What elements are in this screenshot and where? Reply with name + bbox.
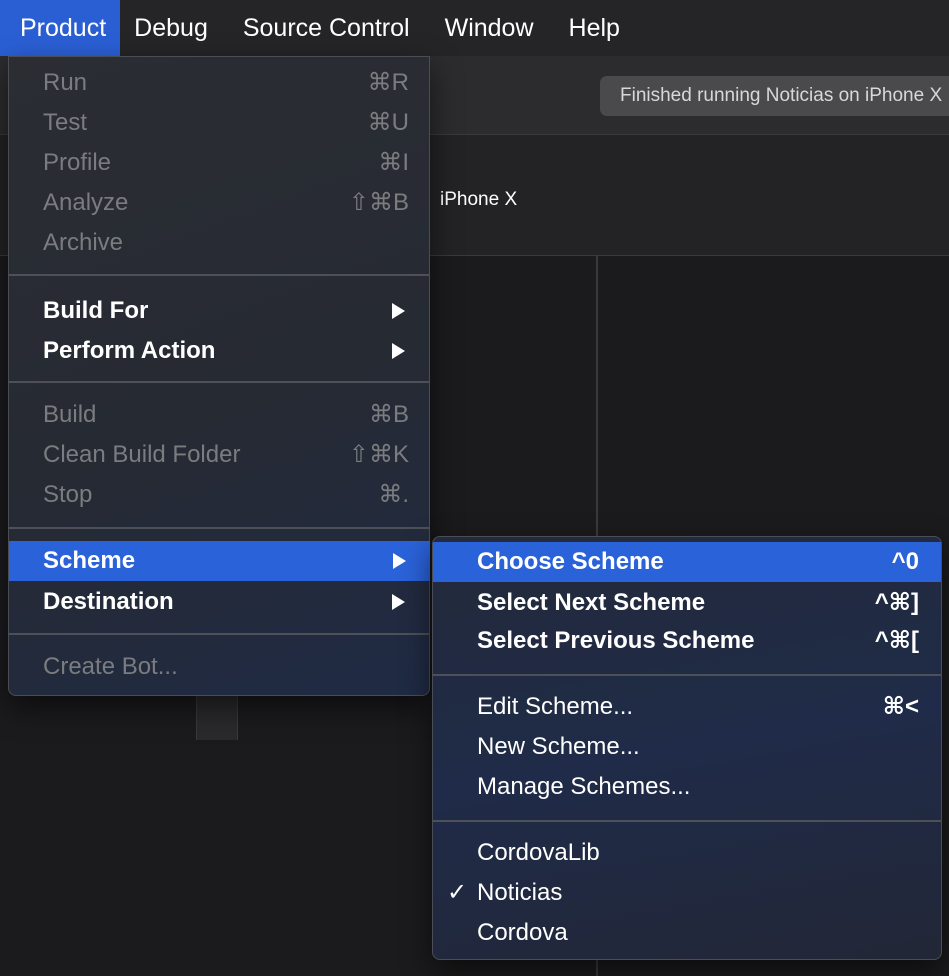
shortcut-label: ⌘< bbox=[882, 693, 919, 720]
menu-item-label: Noticias bbox=[477, 879, 563, 906]
menu-item-archive[interactable]: Archive bbox=[9, 223, 429, 263]
submenu-arrow-icon bbox=[392, 594, 405, 610]
menu-item-label: Stop bbox=[43, 481, 93, 508]
shortcut-label: ⌘I bbox=[378, 149, 409, 176]
menu-help[interactable]: Help bbox=[555, 0, 641, 56]
menu-item-perform-action[interactable]: Perform Action bbox=[9, 331, 429, 371]
menu-separator bbox=[9, 381, 429, 383]
menu-source-control[interactable]: Source Control bbox=[229, 0, 431, 56]
shortcut-label: ⌘R bbox=[367, 69, 409, 96]
checkmark-icon: ✓ bbox=[447, 879, 468, 906]
menu-item-label: Profile bbox=[43, 149, 112, 176]
menu-item-label: Clean Build Folder bbox=[43, 441, 241, 468]
menu-item-profile[interactable]: Profile ⌘I bbox=[9, 143, 429, 183]
run-destination-label[interactable]: iPhone X bbox=[440, 189, 517, 211]
menu-item-label: Select Previous Scheme bbox=[477, 627, 755, 654]
menu-item-label: Analyze bbox=[43, 189, 129, 216]
menu-separator bbox=[9, 633, 429, 635]
menu-item-label: Build bbox=[43, 401, 97, 428]
menu-separator bbox=[433, 674, 941, 676]
product-menu: Run ⌘R Test ⌘U Profile ⌘I Analyze ⇧⌘B Ar… bbox=[8, 56, 430, 696]
menu-item-label: New Scheme... bbox=[477, 733, 640, 760]
menu-item-label: Edit Scheme... bbox=[477, 693, 634, 720]
menu-item-stop[interactable]: Stop ⌘. bbox=[9, 475, 429, 515]
menu-item-select-next-scheme[interactable]: Select Next Scheme ^⌘] bbox=[433, 583, 941, 623]
menu-item-label: Build For bbox=[43, 297, 149, 324]
menu-item-label: Destination bbox=[43, 588, 174, 615]
menu-item-create-bot[interactable]: Create Bot... bbox=[9, 647, 429, 687]
menu-item-new-scheme[interactable]: New Scheme... bbox=[433, 727, 941, 767]
menu-separator bbox=[9, 274, 429, 276]
menu-separator bbox=[9, 527, 429, 529]
xcode-screen: Product Debug Source Control Window Help… bbox=[0, 0, 949, 976]
menu-item-label: Cordova bbox=[477, 919, 568, 946]
menu-item-scheme[interactable]: Scheme bbox=[9, 541, 430, 581]
menu-item-label: Archive bbox=[43, 229, 124, 256]
scheme-item-cordovalib[interactable]: CordovaLib bbox=[433, 833, 941, 873]
menu-debug[interactable]: Debug bbox=[120, 0, 229, 56]
shortcut-label: ^⌘] bbox=[874, 589, 919, 616]
shortcut-label: ^⌘[ bbox=[874, 627, 919, 654]
scheme-item-noticias[interactable]: ✓ Noticias bbox=[433, 873, 941, 913]
menu-item-select-previous-scheme[interactable]: Select Previous Scheme ^⌘[ bbox=[433, 621, 941, 661]
menu-item-manage-schemes[interactable]: Manage Schemes... bbox=[433, 767, 941, 807]
menu-item-build[interactable]: Build ⌘B bbox=[9, 395, 429, 435]
menu-item-label: Test bbox=[43, 109, 88, 136]
shortcut-label: ^0 bbox=[891, 548, 919, 575]
shortcut-label: ⇧⌘B bbox=[348, 189, 409, 216]
menu-item-label: Select Next Scheme bbox=[477, 589, 706, 616]
menu-item-build-for[interactable]: Build For bbox=[9, 291, 429, 331]
menu-item-run[interactable]: Run ⌘R bbox=[9, 63, 429, 103]
menu-item-clean-build-folder[interactable]: Clean Build Folder ⇧⌘K bbox=[9, 435, 429, 475]
shortcut-label: ⌘U bbox=[367, 109, 409, 136]
activity-status: Finished running Noticias on iPhone X bbox=[600, 76, 949, 116]
menu-item-label: Scheme bbox=[43, 547, 136, 574]
menu-item-choose-scheme[interactable]: Choose Scheme ^0 bbox=[433, 542, 941, 582]
menu-window[interactable]: Window bbox=[431, 0, 555, 56]
submenu-arrow-icon bbox=[393, 553, 406, 569]
menu-item-test[interactable]: Test ⌘U bbox=[9, 103, 429, 143]
menu-item-label: Manage Schemes... bbox=[477, 773, 691, 800]
shortcut-label: ⇧⌘K bbox=[348, 441, 409, 468]
scheme-submenu: Choose Scheme ^0 Select Next Scheme ^⌘] … bbox=[432, 536, 942, 960]
submenu-arrow-icon bbox=[392, 343, 405, 359]
shortcut-label: ⌘B bbox=[368, 401, 409, 428]
menu-item-edit-scheme[interactable]: Edit Scheme... ⌘< bbox=[433, 687, 941, 727]
menu-item-label: CordovaLib bbox=[477, 839, 600, 866]
menu-item-label: Create Bot... bbox=[43, 653, 178, 680]
menu-item-analyze[interactable]: Analyze ⇧⌘B bbox=[9, 183, 429, 223]
menu-item-label: Perform Action bbox=[43, 337, 216, 364]
menu-item-label: Choose Scheme bbox=[477, 548, 664, 575]
menu-separator bbox=[433, 820, 941, 822]
menu-product[interactable]: Product bbox=[0, 0, 121, 56]
menu-item-destination[interactable]: Destination bbox=[9, 582, 429, 622]
menu-bar: Product Debug Source Control Window Help bbox=[0, 0, 949, 56]
submenu-arrow-icon bbox=[392, 303, 405, 319]
menu-item-label: Run bbox=[43, 69, 88, 96]
scheme-item-cordova[interactable]: Cordova bbox=[433, 913, 941, 953]
shortcut-label: ⌘. bbox=[378, 481, 409, 508]
